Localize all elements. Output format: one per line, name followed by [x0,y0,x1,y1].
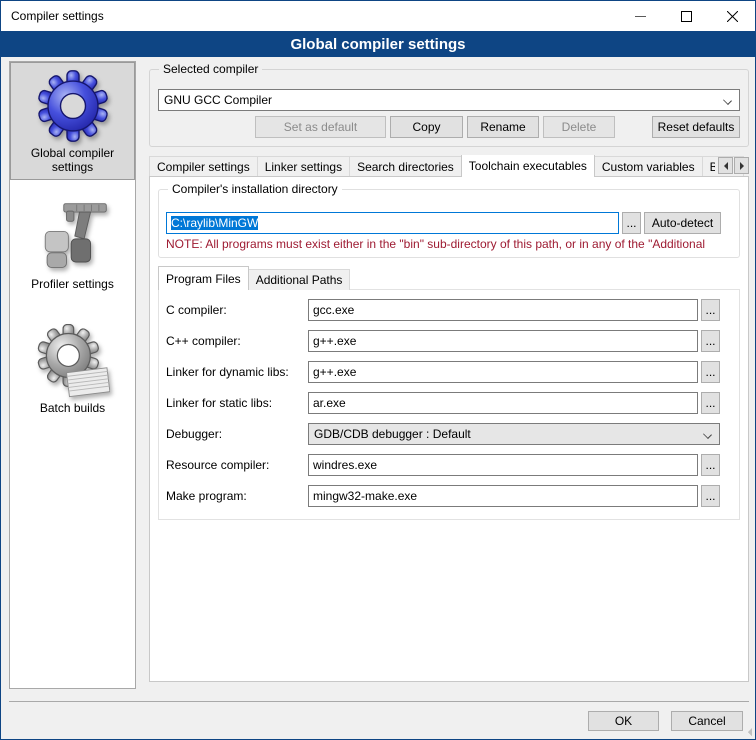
tab-toolchain-executables[interactable]: Toolchain executables [461,155,595,177]
browse-cpp-compiler-button[interactable]: ... [701,330,720,352]
browse-install-dir-button[interactable]: ... [622,212,641,234]
tab-scroll-left-button[interactable] [718,157,733,174]
tab-program-files[interactable]: Program Files [158,266,249,290]
sidebar-item-label: Profiler settings [31,277,114,291]
field-value: gcc.exe [313,303,354,317]
field-value: mingw32-make.exe [313,489,417,503]
resource-compiler-input[interactable]: windres.exe [308,454,698,476]
grey-gear-stack-icon [36,324,110,398]
toolchain-executables-page: Compiler's installation directory C:\ray… [149,176,749,682]
tab-compiler-settings[interactable]: Compiler settings [149,156,258,177]
field-label: Linker for dynamic libs: [166,365,308,379]
field-label: Linker for static libs: [166,396,308,410]
arrow-left-icon [720,162,728,170]
field-value: g++.exe [313,365,356,379]
field-value: g++.exe [313,334,356,348]
form-row-cpp-compiler: C++ compiler: g++.exe ... [166,330,720,352]
browse-make-program-button[interactable]: ... [701,485,720,507]
debugger-select[interactable]: GDB/CDB debugger : Default [308,423,720,445]
form-row-linker-dynamic: Linker for dynamic libs: g++.exe ... [166,361,720,383]
compiler-settings-dialog: Compiler settings Global compiler settin… [0,0,756,740]
dialog-header: Global compiler settings [1,31,755,57]
caliper-icon [36,200,110,274]
footer-divider [9,701,749,702]
minimize-button[interactable] [617,1,663,31]
minimize-icon [635,11,646,22]
auto-detect-button[interactable]: Auto-detect [644,212,721,234]
resize-grip[interactable] [744,728,752,736]
rename-button[interactable]: Rename [467,116,539,138]
cpp-compiler-input[interactable]: g++.exe [308,330,698,352]
browse-c-compiler-button[interactable]: ... [701,299,720,321]
maximize-button[interactable] [663,1,709,31]
blue-gear-icon [36,69,110,143]
chevron-down-icon [703,430,712,439]
tab-search-directories[interactable]: Search directories [349,156,462,177]
field-label: C++ compiler: [166,334,308,348]
sidebar-item-label: Batch builds [40,401,105,415]
group-label: Selected compiler [159,62,262,76]
close-icon [727,11,738,22]
compiler-select-value: GNU GCC Compiler [164,93,272,107]
compiler-buttons: Set as default Copy Rename Delete Reset … [158,116,740,142]
field-value: ar.exe [313,396,346,410]
sidebar-item-profiler-settings[interactable]: Profiler settings [10,186,135,304]
field-label: Debugger: [166,427,308,441]
linker-dynamic-input[interactable]: g++.exe [308,361,698,383]
c-compiler-input[interactable]: gcc.exe [308,299,698,321]
compiler-select[interactable]: GNU GCC Compiler [158,89,740,111]
program-tabs: Program Files Additional Paths [158,268,740,290]
browse-linker-dynamic-button[interactable]: ... [701,361,720,383]
browse-linker-static-button[interactable]: ... [701,392,720,414]
settings-category-list: Global compiler settings Profiler settin… [9,61,136,689]
reset-defaults-button[interactable]: Reset defaults [652,116,740,138]
debugger-select-value: GDB/CDB debugger : Default [314,427,471,441]
form-row-make-program: Make program: mingw32-make.exe ... [166,485,720,507]
installation-directory-group: Compiler's installation directory C:\ray… [158,189,740,258]
ok-button[interactable]: OK [588,711,659,731]
copy-button[interactable]: Copy [390,116,463,138]
close-button[interactable] [709,1,755,31]
titlebar[interactable]: Compiler settings [1,1,755,31]
selected-compiler-group: Selected compiler GNU GCC Compiler Set a… [149,69,749,147]
form-row-linker-static: Linker for static libs: ar.exe ... [166,392,720,414]
tab-scroll-right-button[interactable] [734,157,749,174]
install-dir-value: C:\raylib\MinGW [171,216,258,230]
settings-tabs: Compiler settings Linker settings Search… [149,155,749,177]
sidebar-item-global-compiler-settings[interactable]: Global compiler settings [10,62,135,180]
linker-static-input[interactable]: ar.exe [308,392,698,414]
tab-scroll-buttons [715,157,749,174]
field-value: windres.exe [313,458,377,472]
program-files-panel: C compiler: gcc.exe ... C++ compiler: g+… [158,289,740,520]
tab-additional-paths[interactable]: Additional Paths [248,269,351,290]
form-row-c-compiler: C compiler: gcc.exe ... [166,299,720,321]
delete-button: Delete [543,116,615,138]
sidebar-item-label: Global compiler settings [15,146,130,174]
form-row-resource-compiler: Resource compiler: windres.exe ... [166,454,720,476]
install-dir-input[interactable]: C:\raylib\MinGW [166,212,619,234]
tab-linker-settings[interactable]: Linker settings [257,156,350,177]
tab-custom-variables[interactable]: Custom variables [594,156,703,177]
set-as-default-button: Set as default [255,116,386,138]
form-row-debugger: Debugger: GDB/CDB debugger : Default [166,423,720,445]
maximize-icon [681,11,692,22]
group-label: Compiler's installation directory [168,182,342,196]
field-label: Resource compiler: [166,458,308,472]
browse-resource-compiler-button[interactable]: ... [701,454,720,476]
chevron-down-icon [723,96,732,105]
main-panel: Selected compiler GNU GCC Compiler Set a… [149,61,749,682]
window-title: Compiler settings [1,9,104,23]
make-program-input[interactable]: mingw32-make.exe [308,485,698,507]
arrow-right-icon [740,162,748,170]
install-dir-note: NOTE: All programs must exist either in … [166,237,721,251]
sidebar-item-batch-builds[interactable]: Batch builds [10,310,135,428]
cancel-button[interactable]: Cancel [671,711,743,731]
field-label: C compiler: [166,303,308,317]
field-label: Make program: [166,489,308,503]
